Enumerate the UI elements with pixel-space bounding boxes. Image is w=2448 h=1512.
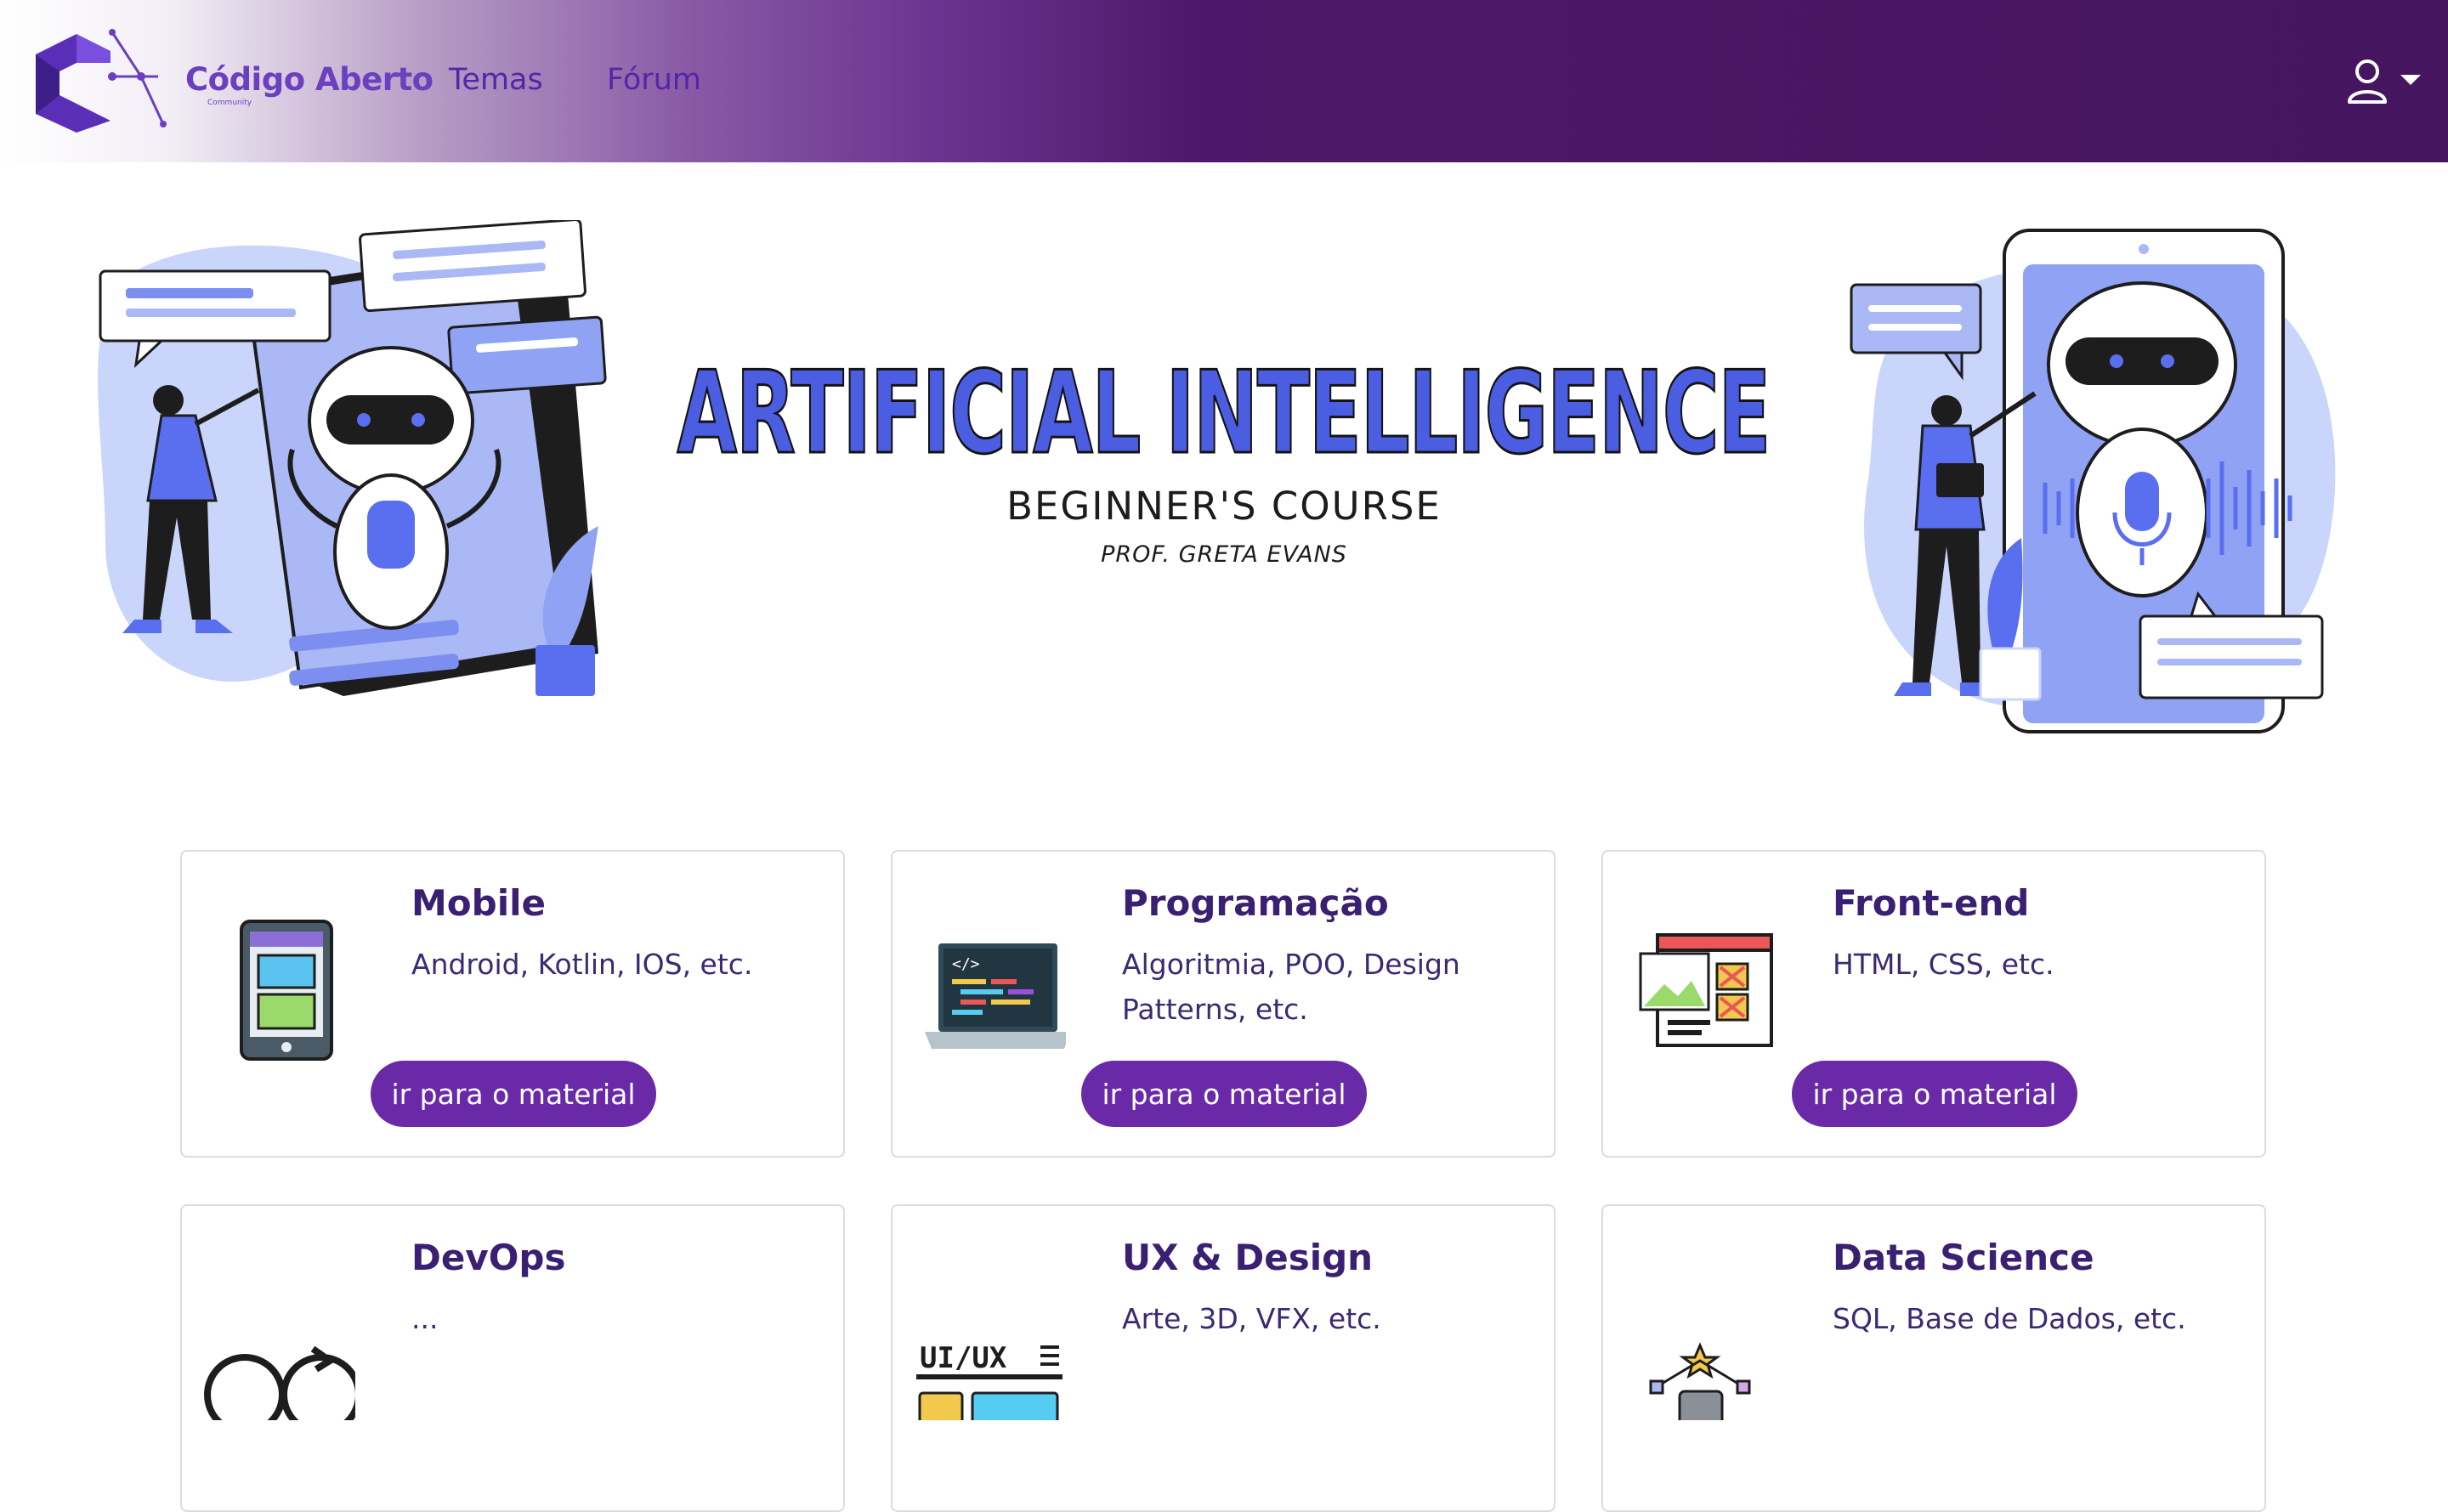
laptop-code-icon: </>: [925, 943, 1066, 1049]
caret-down-icon: [2400, 75, 2421, 85]
topic-card-mobile: Mobile Android, Kotlin, IOS, etc. ir par…: [180, 850, 845, 1158]
svg-text:UI/UX: UI/UX: [920, 1341, 1007, 1375]
card-title: Front-end: [1833, 882, 2030, 924]
hero-banner: ARTIFICIAL INTELLIGENCE BEGINNER'S COURS…: [0, 162, 2448, 774]
card-title: DevOps: [411, 1237, 566, 1278]
brand-logo[interactable]: Código Aberto Community: [31, 29, 434, 133]
go-to-material-button[interactable]: ir para o material: [371, 1061, 656, 1127]
ui-ux-icon: UI/UX: [916, 1341, 1062, 1420]
card-description: SQL, Base de Dados, etc.: [1833, 1302, 2186, 1335]
card-description: Android, Kotlin, IOS, etc.: [411, 948, 753, 981]
card-description: Algoritmia, POO, Design Patterns, etc.: [1122, 948, 1460, 1026]
nav-link-temas[interactable]: Temas: [449, 63, 543, 97]
voice-assistant-illustration: [1850, 229, 2336, 733]
topic-card-programacao: </> Programação Algoritmia, POO, Design …: [891, 850, 1556, 1158]
go-to-material-button[interactable]: ir para o material: [1792, 1061, 2077, 1127]
logo-mark-icon: [36, 29, 167, 133]
nav-link-forum[interactable]: Fórum: [607, 63, 701, 97]
card-description: Arte, 3D, VFX, etc.: [1122, 1302, 1381, 1335]
card-title: UX & Design: [1122, 1237, 1374, 1278]
svg-text:</>: </>: [952, 955, 980, 973]
card-description: HTML, CSS, etc.: [1833, 948, 2054, 981]
devops-icon: [204, 1345, 355, 1420]
top-navbar: Código Aberto Community Temas Fórum: [0, 0, 2448, 162]
user-menu-toggle[interactable]: [2346, 58, 2431, 105]
user-icon: [2348, 59, 2387, 104]
data-science-icon: [1649, 1342, 1751, 1420]
web-design-icon: [1639, 933, 1773, 1047]
go-to-material-button[interactable]: ir para o material: [1081, 1061, 1367, 1127]
card-title: Programação: [1122, 882, 1389, 924]
card-description: ...: [411, 1302, 439, 1335]
brand-tagline: Community: [207, 99, 252, 107]
phone-icon: [240, 920, 333, 1061]
topic-card-ux-design: UI/UX UX & Design Arte, 3D, VFX, etc.: [891, 1204, 1556, 1512]
topic-card-devops: DevOps ...: [180, 1204, 845, 1512]
robot-chat-illustration: [98, 220, 607, 696]
card-title: Data Science: [1833, 1237, 2094, 1278]
brand-name: Código Aberto: [185, 61, 434, 98]
card-title: Mobile: [411, 882, 546, 924]
hero-title: ARTIFICIAL INTELLIGENCE: [677, 347, 1772, 479]
topic-card-front-end: Front-end HTML, CSS, etc. ir para o mate…: [1601, 850, 2266, 1158]
topic-card-data-science: Data Science SQL, Base de Dados, etc.: [1601, 1204, 2266, 1512]
